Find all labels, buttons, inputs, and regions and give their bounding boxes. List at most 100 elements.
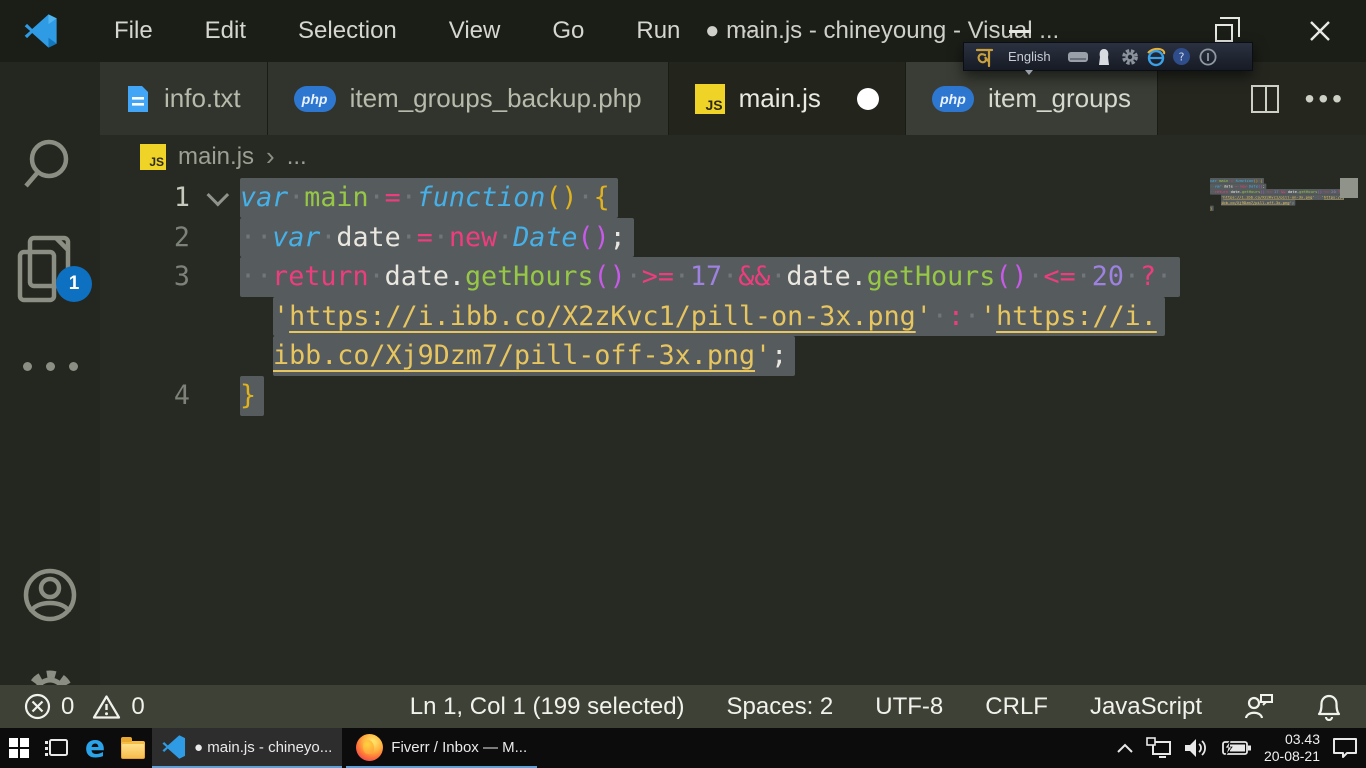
file-explorer-button[interactable] [114, 728, 152, 768]
tab-info.txt[interactable]: info.txt [100, 62, 268, 135]
js-file-icon: JS [140, 144, 166, 170]
code-line[interactable]: 'https://i.ibb.co/X2zKvc1/pill-on-3x.png… [100, 297, 1366, 337]
breadcrumb-file[interactable]: main.js [178, 143, 254, 171]
search-item[interactable] [0, 134, 100, 196]
modified-dot-icon[interactable] [857, 88, 879, 110]
line-number[interactable] [100, 297, 190, 337]
tab-label: item_groups [988, 83, 1131, 114]
selection-highlight: ··return·date.getHours()·>=·17·&&·date.g… [240, 257, 1180, 297]
menu-edit[interactable]: Edit [179, 0, 272, 62]
breadcrumb[interactable]: JS main.js › ... [100, 135, 1366, 178]
code-line[interactable]: ibb.co/Xj9Dzm7/pill-off-3x.png'; [100, 336, 1366, 376]
language-selector[interactable]: English [1008, 49, 1051, 64]
menu-go[interactable]: Go [526, 0, 610, 62]
search-icon [19, 134, 81, 196]
problems-warnings[interactable]: 0 [92, 693, 144, 721]
speaker-icon[interactable] [1184, 737, 1210, 759]
vscode-taskbar-icon [162, 735, 186, 759]
selection-highlight: ibb.co/Xj9Dzm7/pill-off-3x.png'; [1221, 200, 1295, 205]
restore-icon [1215, 24, 1233, 42]
menu-file[interactable]: File [88, 0, 179, 62]
explorer-item[interactable]: 1 [0, 230, 100, 308]
line-number[interactable]: 1 [100, 178, 190, 218]
more-dots-icon [23, 362, 78, 371]
file-explorer-icon [121, 741, 145, 759]
avro-glyph-icon[interactable] [972, 46, 998, 68]
encoding[interactable]: UTF-8 [875, 693, 943, 721]
tab-item_groups_backup.php[interactable]: phpitem_groups_backup.php [268, 62, 669, 135]
info-icon[interactable] [1195, 46, 1221, 68]
explorer-badge: 1 [56, 266, 92, 302]
windows-start-icon [9, 738, 29, 758]
vscode-logo-icon [24, 14, 58, 48]
code-line[interactable]: 2··var·date·=·new·Date(); [100, 218, 1366, 258]
menu-run[interactable]: Run [610, 0, 706, 62]
eol-sequence[interactable]: CRLF [985, 693, 1048, 721]
mouse-tool-icon[interactable] [1091, 46, 1117, 68]
minimap[interactable]: var·main·=·function()·{··var·date·=·new·… [1210, 178, 1344, 277]
battery-icon[interactable] [1222, 738, 1252, 758]
line-number[interactable]: 3 [100, 257, 190, 297]
tray-date: 20-08-21 [1264, 748, 1320, 765]
chevron-down-icon [207, 184, 230, 207]
tab-label: item_groups_backup.php [350, 83, 642, 114]
code-line[interactable]: 1var·main·=·function()·{ [100, 178, 1366, 218]
problems-errors[interactable]: 0 [24, 693, 74, 721]
language-label: English [1008, 49, 1051, 64]
close-icon [1308, 19, 1332, 43]
js-file-icon: JS [695, 84, 725, 114]
code-line[interactable]: 4} [100, 376, 1366, 416]
taskbar-firefox-button[interactable]: Fiverr / Inbox — M... [346, 728, 537, 768]
feedback-icon[interactable] [1244, 694, 1274, 720]
code-line[interactable]: 3 ··return·date.getHours()·>=·17·&&·date.… [100, 257, 1366, 297]
line-number[interactable]: 4 [100, 376, 190, 416]
taskbar-vscode-button[interactable]: ● main.js - chineyo... [152, 728, 342, 768]
scrollbar[interactable] [1340, 178, 1358, 198]
tray-clock[interactable]: 03.43 20-08-21 [1264, 731, 1320, 765]
keyboard-icon[interactable] [1065, 46, 1091, 68]
activity-bar: 1 [0, 62, 100, 685]
more-actions-item[interactable] [0, 362, 100, 371]
task-view-button[interactable] [38, 728, 76, 768]
bell-icon[interactable] [1316, 693, 1342, 721]
line-number[interactable] [100, 336, 190, 376]
firefox-taskbar-label: Fiverr / Inbox — M... [391, 739, 527, 756]
code-editor[interactable]: 1var·main·=·function()·{2··var·date·=·ne… [100, 178, 1366, 416]
selection-highlight: } [240, 376, 264, 416]
breadcrumb-more[interactable]: ... [287, 143, 307, 171]
close-button[interactable] [1292, 0, 1348, 62]
error-icon [24, 693, 51, 720]
task-view-icon [45, 737, 69, 759]
split-editor-icon[interactable] [1251, 85, 1279, 113]
menu-selection[interactable]: Selection [272, 0, 423, 62]
php-file-icon: php [932, 86, 974, 112]
network-icon[interactable] [1146, 737, 1172, 759]
action-center-icon[interactable] [1332, 736, 1358, 760]
gear-icon[interactable] [1117, 46, 1143, 68]
menubar: FileEditSelectionViewGoRun··· [88, 0, 782, 62]
chevron-up-icon[interactable] [1116, 743, 1134, 754]
fold-gutter [190, 297, 240, 337]
editor-more-icon[interactable]: ••• [1305, 83, 1346, 115]
code-line[interactable]: } [1210, 205, 1344, 210]
tab-label: info.txt [164, 83, 241, 114]
start-button[interactable] [0, 728, 38, 768]
edge-button[interactable]: e [76, 728, 114, 768]
language-mode[interactable]: JavaScript [1090, 693, 1202, 721]
indentation[interactable]: Spaces: 2 [727, 693, 834, 721]
menu-view[interactable]: View [423, 0, 527, 62]
fold-gutter [190, 336, 240, 376]
account-icon [19, 564, 81, 626]
line-number[interactable]: 2 [100, 218, 190, 258]
tab-main.js[interactable]: JSmain.js [669, 62, 906, 135]
windows-taskbar: e ● main.js - chineyo... Fiverr / Inbox … [0, 728, 1366, 768]
ie-icon[interactable] [1143, 46, 1169, 68]
fold-gutter[interactable] [190, 178, 240, 218]
status-bar: 0 0 Ln 1, Col 1 (199 selected) Spaces: 2… [0, 685, 1366, 728]
account-item[interactable] [0, 564, 100, 626]
warning-icon [92, 694, 121, 720]
tab-bar: info.txtphpitem_groups_backup.phpJSmain.… [100, 62, 1366, 135]
cursor-position[interactable]: Ln 1, Col 1 (199 selected) [410, 693, 685, 721]
editor-area[interactable]: JS main.js › ... 1var·main·=·function()·… [100, 135, 1366, 685]
help-icon[interactable]: ? [1169, 46, 1195, 68]
